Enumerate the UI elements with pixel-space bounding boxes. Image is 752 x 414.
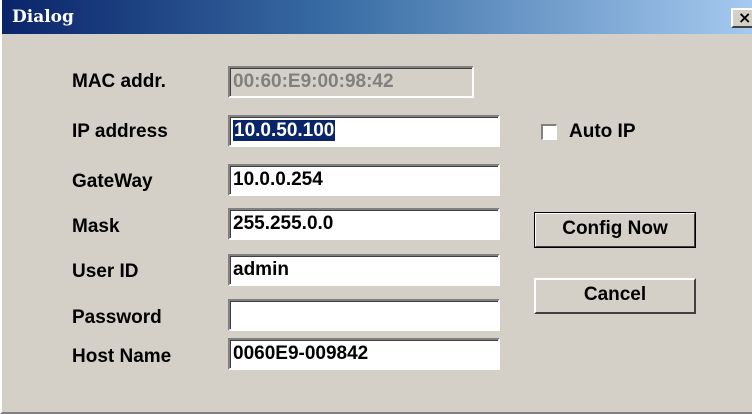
ip-label: IP address: [72, 121, 168, 142]
host-name-field[interactable]: 0060E9-009842: [228, 338, 500, 370]
window-title: Dialog: [12, 7, 74, 27]
mask-label: Mask: [72, 216, 120, 237]
config-now-button[interactable]: Config Now: [534, 212, 696, 248]
mask-field[interactable]: 255.255.0.0: [228, 208, 500, 240]
mac-label: MAC addr.: [72, 71, 166, 92]
close-icon: ×: [738, 8, 752, 27]
mac-field: 00:60:E9:00:98:42: [228, 66, 474, 98]
gateway-label: GateWay: [72, 171, 153, 192]
close-button[interactable]: ×: [731, 8, 752, 28]
ip-address-field[interactable]: 10.0.50.100: [228, 115, 500, 147]
ip-address-value: 10.0.50.100: [233, 120, 336, 141]
password-label: Password: [72, 307, 162, 328]
title-bar[interactable]: Dialog ×: [2, 0, 752, 34]
auto-ip-label[interactable]: Auto IP: [569, 121, 636, 143]
password-field[interactable]: [228, 299, 500, 331]
auto-ip-checkbox[interactable]: [541, 124, 557, 140]
user-id-field[interactable]: admin: [228, 254, 500, 286]
host-name-label: Host Name: [72, 346, 172, 367]
cancel-button[interactable]: Cancel: [534, 278, 696, 314]
dialog-window: Dialog × MAC addr. 00:60:E9:00:98:42 IP …: [0, 0, 752, 414]
user-id-label: User ID: [72, 261, 139, 282]
gateway-field[interactable]: 10.0.0.254: [228, 164, 500, 196]
